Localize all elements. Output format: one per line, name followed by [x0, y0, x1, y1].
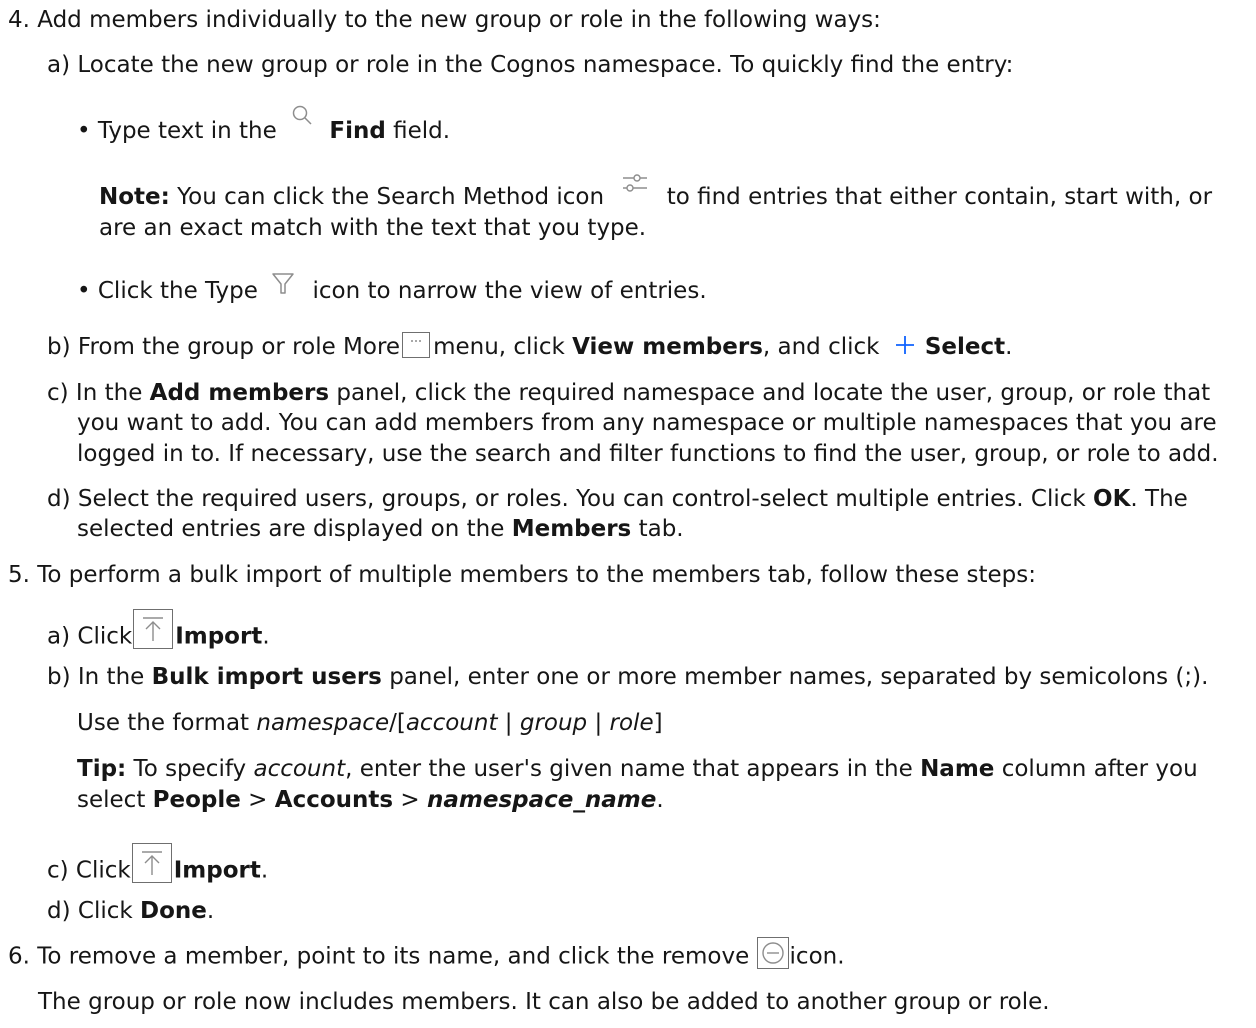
note-post: to find entries that either contain, sta…	[666, 184, 1213, 210]
step4c-post: panel, click the required namespace and …	[336, 380, 1211, 406]
step4a-note-line2: are an exact match with the text that yo…	[99, 215, 647, 241]
tip-pre: To specify	[133, 756, 247, 782]
step4b: b) From the group or role More menu, cli…	[47, 331, 1013, 362]
tip2-end: .	[656, 787, 664, 813]
step5b-format: Use the format namespace/[account | grou…	[77, 708, 663, 738]
step6-line: 6. To remove a member, point to its name…	[8, 937, 845, 973]
format-role: role	[609, 710, 654, 736]
step4c-line2: you want to add. You can add members fro…	[77, 410, 1217, 436]
bullet2-post: icon to narrow the view of entries.	[312, 278, 707, 304]
add-members-label: Add members	[149, 380, 330, 406]
step6-pre: 6. To remove a member, point to its name…	[8, 943, 750, 970]
step5d-end: .	[206, 898, 215, 924]
step4a-bullet2: • Click the Type icon to narrow the view…	[77, 272, 707, 307]
tip2-pre: select	[77, 787, 146, 813]
step5b-tip-line2: select People > Accounts > namespace_nam…	[77, 785, 664, 815]
format-sep2: |	[587, 710, 610, 736]
format-namespace: namespace	[256, 710, 390, 736]
tip-name-label: Name	[920, 756, 995, 782]
sliders-icon	[617, 169, 653, 199]
tip-label: Tip:	[77, 756, 127, 782]
view-members-label: View members	[572, 334, 763, 360]
format-account: account	[405, 710, 498, 736]
tip-post: column after you	[1001, 756, 1198, 782]
step5c-end: .	[260, 857, 269, 884]
note-label: Note:	[99, 184, 170, 210]
ok-label: OK	[1093, 486, 1131, 512]
step5c: c) Click Import.	[47, 843, 269, 891]
step4c-line1: c) In the Add members panel, click the r…	[47, 378, 1210, 408]
step5d-pre: d) Click	[47, 898, 133, 924]
format-sep1: |	[497, 710, 520, 736]
step4d-line2-post: tab.	[638, 516, 684, 542]
members-tab-label: Members	[511, 516, 632, 542]
find-label: Find	[329, 118, 386, 144]
step5a-end: .	[262, 623, 270, 650]
step4d-line1: d) Select the required users, groups, or…	[47, 484, 1188, 514]
upload-icon	[133, 609, 174, 649]
add-icon	[893, 333, 917, 357]
step5-intro: 5. To perform a bulk import of multiple …	[8, 562, 1037, 588]
tip2-gt2: >	[393, 787, 427, 813]
bullet1-post: field.	[393, 118, 451, 144]
tip-account: account	[253, 756, 346, 782]
tip-mid: , enter the user's given name that appea…	[345, 756, 913, 782]
search-icon	[290, 103, 316, 133]
upload-icon	[131, 843, 172, 883]
step4b-pre: b) From the group or role More	[47, 334, 401, 360]
done-label: Done	[140, 898, 207, 924]
overflow-menu-icon	[402, 331, 431, 358]
step5a: a) Click Import.	[47, 609, 270, 657]
tip2-gt1: >	[240, 787, 275, 813]
filter-icon	[269, 269, 297, 299]
step4b-end: .	[1005, 334, 1013, 360]
format-pre: Use the format	[77, 710, 250, 736]
tip2-namespace-name: namespace_name	[427, 787, 657, 813]
step5b-line1: b) In the Bulk import users panel, enter…	[47, 662, 1208, 692]
step5b-pre: b) In the	[47, 664, 145, 690]
step4d-pre: d) Select the required users, groups, or…	[47, 486, 1086, 512]
step4d-line2-pre: selected entries are displayed on the	[77, 516, 505, 542]
step4a-text: a) Locate the new group or role in the C…	[47, 52, 1014, 78]
step6-result: The group or role now includes members. …	[38, 989, 1050, 1015]
bullet1-pre: • Type text in the	[77, 118, 277, 144]
step5d: d) Click Done.	[47, 896, 214, 926]
step4b-mid2: , and click	[762, 334, 880, 360]
step4c-line3: logged in to. If necessary, use the sear…	[77, 441, 1219, 467]
step4c-pre: c) In the	[47, 380, 143, 406]
bullet2-pre: • Click the Type	[77, 278, 258, 304]
format-end: ]	[653, 710, 663, 736]
step4d-line2: selected entries are displayed on the Me…	[77, 514, 684, 544]
import-label: Import	[175, 623, 263, 650]
format-group: group	[519, 710, 588, 736]
step4a-bullet1: • Type text in the Find field.	[77, 105, 451, 147]
step5b-post: panel, enter one or more member names, s…	[389, 664, 1209, 690]
tip2-people: People	[152, 787, 241, 813]
step4-intro: 4. Add members individually to the new g…	[8, 7, 881, 33]
select-label: Select	[924, 334, 1006, 360]
step4b-mid: menu, click	[433, 334, 565, 360]
tip2-accounts: Accounts	[274, 787, 394, 813]
format-slash: /[	[389, 710, 406, 736]
step4a-note-line1: Note: You can click the Search Method ic…	[99, 173, 1213, 213]
step6-post: icon.	[789, 943, 845, 970]
step4d-post: . The	[1130, 486, 1188, 512]
note-pre: You can click the Search Method icon	[177, 184, 605, 210]
import-label-2: Import	[173, 857, 261, 884]
step5b-tip-line1: Tip: To specify account, enter the user'…	[77, 754, 1198, 784]
remove-circle-icon	[756, 937, 789, 969]
step5a-pre: a) Click	[47, 623, 133, 650]
step5c-pre: c) Click	[47, 857, 131, 884]
bulk-import-users-label: Bulk import users	[151, 664, 382, 690]
